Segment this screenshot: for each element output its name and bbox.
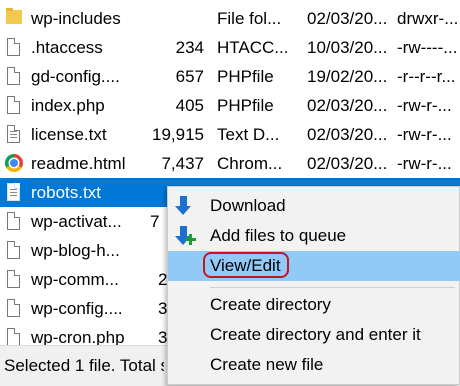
context-menu: Download Add files to queue View/Edit Cr… bbox=[167, 186, 460, 385]
file-date: 02/03/20... bbox=[307, 154, 388, 173]
file-row-readme-html[interactable]: readme.html 7,437 Chrom... 02/03/20... -… bbox=[0, 149, 460, 178]
file-icon bbox=[4, 211, 24, 233]
file-date: 02/03/20... bbox=[307, 125, 388, 144]
file-date: 02/03/20... bbox=[307, 9, 388, 28]
file-icon bbox=[4, 95, 24, 117]
file-type: Text D... bbox=[217, 125, 280, 144]
menu-item-add-files-to-queue[interactable]: Add files to queue bbox=[168, 221, 460, 251]
file-date: 02/03/20... bbox=[307, 96, 388, 115]
menu-item-create-new-file[interactable]: Create new file bbox=[168, 350, 460, 380]
menu-item-create-directory-and-enter[interactable]: Create directory and enter it bbox=[168, 320, 460, 350]
file-name: wp-includes bbox=[31, 9, 121, 28]
download-arrow-icon bbox=[175, 196, 198, 216]
file-row-license-txt[interactable]: license.txt 19,915 Text D... 02/03/20...… bbox=[0, 120, 460, 149]
menu-item-label: Add files to queue bbox=[210, 226, 347, 245]
file-icon bbox=[4, 298, 24, 320]
file-permissions: -rw-r-... bbox=[397, 96, 452, 115]
file-name: robots.txt bbox=[31, 183, 101, 202]
menu-separator bbox=[210, 287, 455, 288]
file-icon bbox=[4, 66, 24, 88]
file-type: File fol... bbox=[217, 9, 282, 28]
file-permissions: -r--r--r... bbox=[397, 67, 456, 86]
file-size: 405 bbox=[175, 96, 204, 115]
menu-item-create-directory[interactable]: Create directory bbox=[168, 290, 460, 320]
file-permissions: -rw-r-... bbox=[397, 154, 452, 173]
file-date: 10/03/20... bbox=[307, 38, 388, 57]
menu-item-label: View/Edit bbox=[210, 256, 281, 275]
menu-item-label: Create directory and enter it bbox=[210, 325, 421, 344]
file-size: 19,915 bbox=[152, 125, 204, 144]
add-to-queue-icon bbox=[175, 226, 198, 246]
chrome-icon bbox=[4, 153, 24, 175]
menu-item-view-edit[interactable]: View/Edit bbox=[168, 251, 460, 281]
file-row-wp-includes[interactable]: wp-includes File fol... 02/03/20... drwx… bbox=[0, 4, 460, 33]
file-name: wp-comm... bbox=[31, 270, 119, 289]
file-size: 234 bbox=[175, 38, 204, 57]
text-file-icon bbox=[4, 182, 24, 204]
file-name: wp-blog-h... bbox=[31, 241, 120, 260]
file-row-htaccess[interactable]: .htaccess 234 HTACC... 10/03/20... -rw--… bbox=[0, 33, 460, 62]
file-name: wp-config.... bbox=[31, 299, 123, 318]
file-type: Chrom... bbox=[217, 154, 283, 173]
file-type: HTACC... bbox=[217, 38, 289, 57]
file-permissions: -rw-r-... bbox=[397, 125, 452, 144]
file-icon bbox=[4, 37, 24, 59]
file-size: 657 bbox=[175, 67, 204, 86]
file-icon bbox=[4, 240, 24, 262]
text-file-icon bbox=[4, 124, 24, 146]
file-type: PHPfile bbox=[217, 96, 274, 115]
file-permissions: -rw----... bbox=[397, 38, 458, 57]
file-row-gd-config[interactable]: gd-config.... 657 PHPfile 19/02/20... -r… bbox=[0, 62, 460, 91]
menu-item-label: Create directory bbox=[210, 295, 331, 314]
file-size: 7,437 bbox=[161, 154, 204, 173]
file-type: PHPfile bbox=[217, 67, 274, 86]
menu-item-label: Create new file bbox=[210, 355, 324, 374]
status-text: Selected 1 file. Total s bbox=[4, 356, 164, 375]
menu-item-label: Download bbox=[210, 196, 286, 215]
file-row-index-php[interactable]: index.php 405 PHPfile 02/03/20... -rw-r-… bbox=[0, 91, 460, 120]
folder-icon bbox=[4, 8, 24, 30]
file-date: 19/02/20... bbox=[307, 67, 388, 86]
file-permissions: drwxr-... bbox=[397, 9, 459, 28]
menu-item-download[interactable]: Download bbox=[168, 191, 460, 221]
file-icon bbox=[4, 269, 24, 291]
